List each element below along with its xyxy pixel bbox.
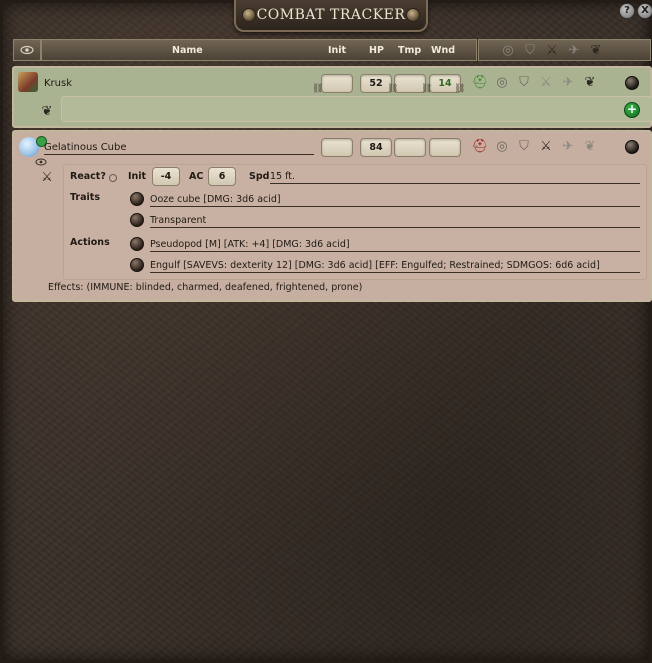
- init-label: Init: [128, 171, 147, 182]
- hp-field[interactable]: 84: [360, 138, 392, 157]
- dragon-icon[interactable]: ❦: [581, 73, 599, 91]
- effects-dragon-icon: ❦: [41, 103, 53, 119]
- krusk-portrait-avatar[interactable]: [18, 72, 38, 92]
- combatant-card-krusk: Krusk 52 ⛓ ⛓ 14 ⛓ ⛓ ⛑ ◎ ⛉ ⚔ ✈ ❦ ❦ +: [12, 66, 652, 128]
- combatant-name[interactable]: Krusk: [44, 78, 72, 89]
- combatant-card-gelatinous-cube: Gelatinous Cube 84 ⛑ ◎ ⛉ ⚔ ✈ ❦ ⚔ React? …: [12, 130, 652, 302]
- header-tmp[interactable]: Tmp: [398, 45, 421, 56]
- sword-icon[interactable]: ⚔: [543, 41, 561, 59]
- wnd-field[interactable]: [429, 138, 461, 157]
- eye-icon[interactable]: [35, 158, 47, 166]
- action-entry[interactable]: Engulf [SAVEVS: dexterity 12] [DMG: 3d6 …: [150, 260, 600, 271]
- trait-underline: [150, 206, 640, 207]
- name-underline: [44, 154, 314, 155]
- rivet-icon: [406, 8, 420, 22]
- spd-underline: [270, 183, 640, 184]
- rivet-icon: [242, 8, 256, 22]
- ac-label: AC: [189, 171, 204, 182]
- header-wnd[interactable]: Wnd: [431, 45, 455, 56]
- action-roll-orb[interactable]: [130, 237, 144, 251]
- init-field[interactable]: [321, 74, 353, 93]
- actions-label: Actions: [70, 237, 110, 248]
- trait-roll-orb[interactable]: [130, 192, 144, 206]
- action-underline: [150, 272, 640, 273]
- target-icon[interactable]: ◎: [493, 137, 511, 155]
- details-panel: React? Init -4 AC 6 Spd 15 ft. Traits Oo…: [63, 164, 647, 280]
- foe-faction-helmet-icon[interactable]: ⛑: [471, 137, 489, 155]
- link-icon: ⛓: [454, 84, 466, 94]
- header-name[interactable]: Name: [172, 45, 203, 56]
- effects-row[interactable]: [61, 96, 652, 122]
- ac-field[interactable]: 6: [208, 167, 236, 186]
- trait-roll-orb[interactable]: [130, 213, 144, 227]
- init-field[interactable]: [321, 138, 353, 157]
- close-button[interactable]: X: [637, 3, 652, 19]
- dragon-icon[interactable]: ❦: [587, 41, 605, 59]
- target-icon[interactable]: ◎: [499, 41, 517, 59]
- link-icon: ⛓: [387, 84, 399, 94]
- trait-entry[interactable]: Ooze cube [DMG: 3d6 acid]: [150, 194, 281, 205]
- react-label: React?: [70, 171, 106, 182]
- action-underline: [150, 251, 640, 252]
- tmp-field[interactable]: [394, 138, 426, 157]
- friend-faction-helmet-icon[interactable]: ⛑: [471, 73, 489, 91]
- active-turn-orb[interactable]: [625, 140, 639, 154]
- trait-underline: [150, 227, 640, 228]
- combatant-name[interactable]: Gelatinous Cube: [44, 142, 127, 153]
- header-init[interactable]: Init: [328, 45, 346, 56]
- trait-entry[interactable]: Transparent: [150, 215, 206, 226]
- action-entry[interactable]: Pseudopod [M] [ATK: +4] [DMG: 3d6 acid]: [150, 239, 350, 250]
- init-bonus-field[interactable]: -4: [152, 167, 180, 186]
- header-columns: Name Init HP Tmp Wnd: [41, 39, 477, 61]
- target-icon[interactable]: ◎: [493, 73, 511, 91]
- eye-icon: [20, 45, 34, 55]
- header-toggle-icons: ◎ ⛉ ⚔ ✈ ❦: [478, 39, 651, 61]
- sword-section-icon: ⚔: [41, 169, 53, 185]
- traits-label: Traits: [70, 192, 100, 203]
- sword-icon[interactable]: ⚔: [537, 73, 555, 91]
- shield-icon[interactable]: ⛉: [515, 137, 533, 155]
- wings-icon[interactable]: ✈: [565, 41, 583, 59]
- wings-icon[interactable]: ✈: [559, 137, 577, 155]
- shield-icon[interactable]: ⛉: [515, 73, 533, 91]
- header-hp[interactable]: HP: [369, 45, 384, 56]
- column-header-bar: Name Init HP Tmp Wnd ◎ ⛉ ⚔ ✈ ❦: [13, 39, 651, 61]
- spd-label: Spd: [249, 171, 270, 182]
- link-icon: ⛓: [421, 84, 433, 94]
- active-turn-orb[interactable]: [625, 76, 639, 90]
- shield-icon[interactable]: ⛉: [521, 41, 539, 59]
- dragon-icon[interactable]: ❦: [581, 137, 599, 155]
- help-button[interactable]: ?: [619, 3, 635, 19]
- wings-icon[interactable]: ✈: [559, 73, 577, 91]
- window-title: COMBAT TRACKER: [256, 7, 406, 23]
- spd-value[interactable]: 15 ft.: [270, 171, 295, 182]
- react-toggle[interactable]: [109, 174, 117, 182]
- effects-summary: Effects: (IMMUNE: blinded, charmed, deaf…: [48, 282, 363, 293]
- visibility-toggle-header[interactable]: [13, 39, 41, 61]
- title-plate[interactable]: COMBAT TRACKER: [234, 0, 428, 32]
- action-roll-orb[interactable]: [130, 258, 144, 272]
- add-effect-button[interactable]: +: [624, 102, 640, 118]
- sword-icon[interactable]: ⚔: [537, 137, 555, 155]
- link-icon: ⛓: [312, 84, 324, 94]
